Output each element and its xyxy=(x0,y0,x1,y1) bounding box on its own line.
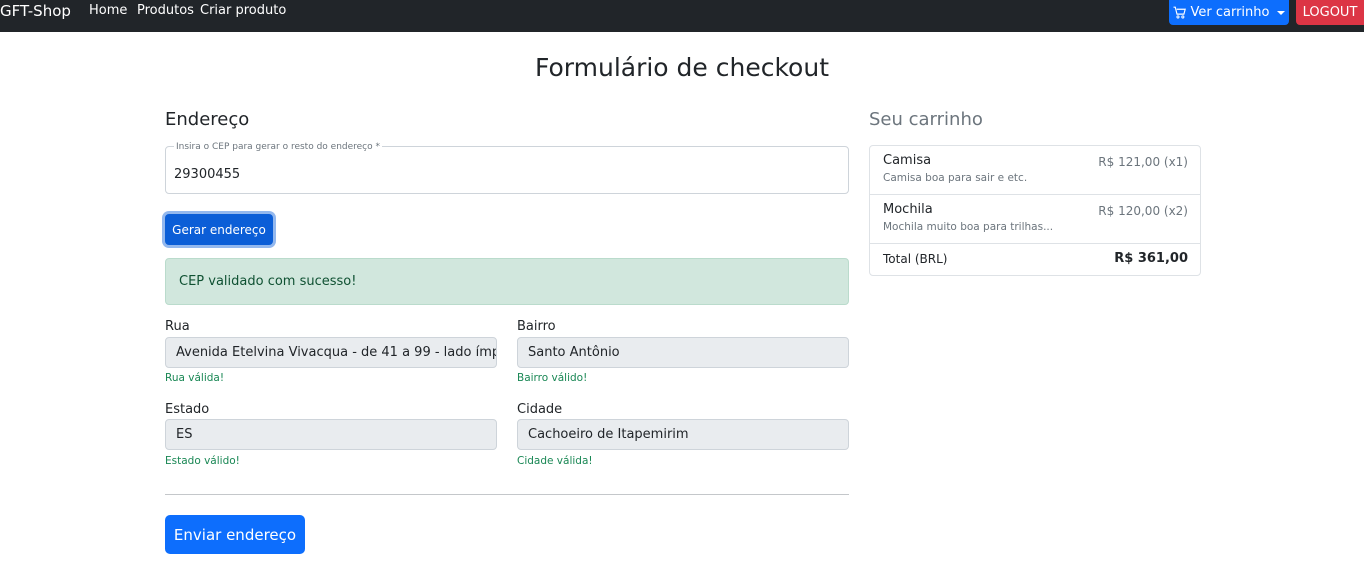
rua-label: Rua xyxy=(165,319,190,334)
bairro-label: Bairro xyxy=(517,319,556,334)
cart-list: Camisa Camisa boa para sair e etc. R$ 12… xyxy=(869,145,1201,276)
logout-button[interactable]: LOGOUT xyxy=(1296,0,1364,25)
nav-link-home[interactable]: Home xyxy=(89,2,127,20)
bairro-input[interactable]: Santo Antônio xyxy=(517,337,849,368)
submit-address-button[interactable]: Enviar endereço xyxy=(165,515,305,554)
view-cart-button[interactable]: Ver carrinho xyxy=(1169,0,1289,25)
divider xyxy=(165,494,849,495)
cart-icon xyxy=(1173,6,1186,19)
estado-feedback: Estado válido! xyxy=(165,455,240,467)
cep-field[interactable]: Insira o CEP para gerar o resto do ender… xyxy=(165,142,849,194)
bairro-feedback: Bairro válido! xyxy=(517,372,588,384)
cart-total-label: Total (BRL) xyxy=(883,252,948,266)
page-title: Formulário de checkout xyxy=(535,53,829,82)
cart-item-price: R$ 120,00 (x2) xyxy=(1098,204,1188,218)
cart-section-title: Seu carrinho xyxy=(869,109,983,130)
navbar: GFT-Shop Home Produtos Criar produto Ver… xyxy=(0,0,1364,32)
address-section-title: Endereço xyxy=(165,109,250,130)
rua-input[interactable]: Avenida Etelvina Vivacqua - de 41 a 99 -… xyxy=(165,337,497,368)
cidade-feedback: Cidade válida! xyxy=(517,455,593,467)
cart-item-name: Camisa xyxy=(883,153,932,168)
success-alert: CEP validado com sucesso! xyxy=(165,258,849,305)
cart-item-description: Camisa boa para sair e etc. xyxy=(883,172,1028,184)
brand-logo[interactable]: GFT-Shop xyxy=(0,1,71,21)
cidade-input[interactable]: Cachoeiro de Itapemirim xyxy=(517,419,849,450)
cart-item-price: R$ 121,00 (x1) xyxy=(1098,155,1188,169)
cart-total-row: Total (BRL) R$ 361,00 xyxy=(870,244,1200,276)
cart-total-value: R$ 361,00 xyxy=(1114,251,1188,266)
cart-item: Camisa Camisa boa para sair e etc. R$ 12… xyxy=(870,146,1200,195)
cidade-label: Cidade xyxy=(517,402,563,417)
rua-feedback: Rua válida! xyxy=(165,372,225,384)
nav-link-criar-produto[interactable]: Criar produto xyxy=(200,2,286,20)
estado-input[interactable]: ES xyxy=(165,419,497,450)
cep-input[interactable] xyxy=(174,163,834,185)
cep-label: Insira o CEP para gerar o resto do ender… xyxy=(174,142,382,152)
caret-down-icon xyxy=(1277,10,1286,15)
nav-link-produtos[interactable]: Produtos xyxy=(137,2,194,20)
cart-item-description: Mochila muito boa para trilhas... xyxy=(883,221,1054,233)
generate-address-button[interactable]: Gerar endereço xyxy=(165,214,273,245)
cart-item-name: Mochila xyxy=(883,202,933,217)
estado-label: Estado xyxy=(165,402,210,417)
cart-item: Mochila Mochila muito boa para trilhas..… xyxy=(870,195,1200,244)
view-cart-label: Ver carrinho xyxy=(1190,5,1270,20)
